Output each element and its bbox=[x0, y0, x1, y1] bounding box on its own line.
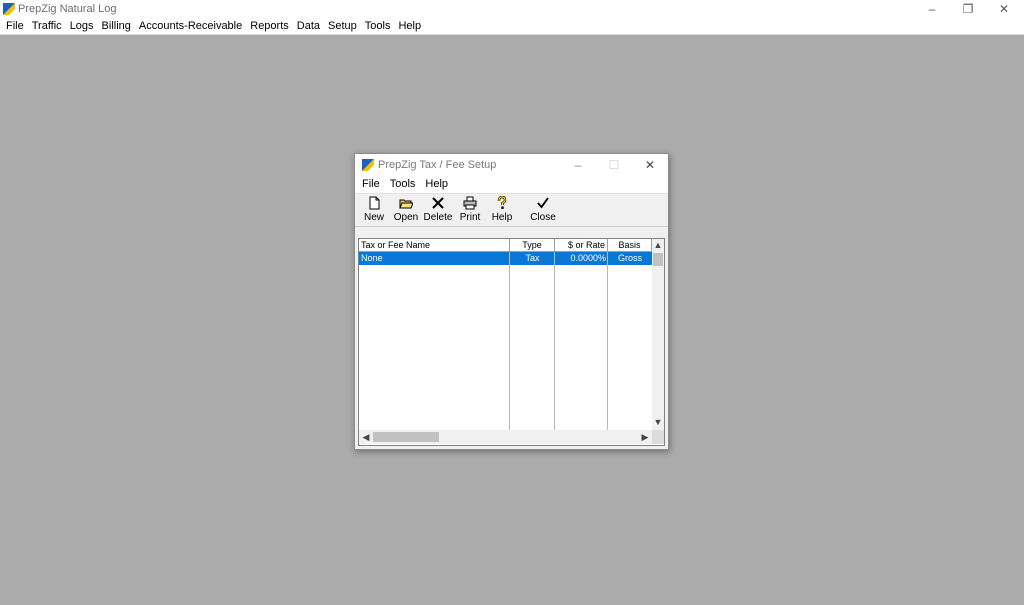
restore-button[interactable]: ❐ bbox=[950, 0, 986, 18]
print-button[interactable]: Print bbox=[454, 194, 486, 226]
checkmark-icon bbox=[537, 197, 549, 209]
help-question-icon bbox=[497, 196, 507, 209]
main-titlebar: PrepZig Natural Log – ❐ ✕ bbox=[0, 0, 1024, 18]
new-label: New bbox=[363, 212, 384, 223]
main-window-title: PrepZig Natural Log bbox=[18, 3, 117, 15]
dialog-menu-help[interactable]: Help bbox=[420, 176, 453, 193]
delete-label: Delete bbox=[423, 212, 453, 223]
column-separator bbox=[607, 252, 608, 430]
minimize-button[interactable]: – bbox=[914, 0, 950, 18]
dialog-menubar: File Tools Help bbox=[355, 176, 668, 193]
new-button[interactable]: New bbox=[358, 194, 390, 226]
list-body: None Tax 0.0000% Gross bbox=[359, 252, 652, 430]
menu-setup[interactable]: Setup bbox=[324, 18, 361, 35]
menu-reports[interactable]: Reports bbox=[246, 18, 293, 35]
dialog-maximize-button: ☐ bbox=[608, 158, 620, 172]
list-header: Tax or Fee Name Type $ or Rate Basis bbox=[359, 239, 652, 252]
open-button[interactable]: Open bbox=[390, 194, 422, 226]
menu-logs[interactable]: Logs bbox=[66, 18, 98, 35]
cell-basis: Gross bbox=[617, 253, 642, 263]
menu-accounts-receivable[interactable]: Accounts-Receivable bbox=[135, 18, 246, 35]
help-label: Help bbox=[491, 212, 513, 223]
table-row[interactable]: None Tax 0.0000% Gross bbox=[359, 252, 652, 265]
printer-icon bbox=[463, 196, 477, 210]
app-logo-icon bbox=[3, 3, 15, 15]
delete-button[interactable]: Delete bbox=[422, 194, 454, 226]
menu-tools[interactable]: Tools bbox=[361, 18, 395, 35]
cell-rate: 0.0000% bbox=[570, 253, 606, 263]
scroll-right-icon[interactable]: ▶ bbox=[639, 432, 651, 443]
column-header-name[interactable]: Tax or Fee Name bbox=[359, 239, 510, 251]
open-label: Open bbox=[393, 212, 419, 223]
vertical-scroll-thumb[interactable] bbox=[653, 253, 663, 266]
horizontal-scroll-thumb[interactable] bbox=[373, 432, 439, 442]
dialog-toolbar: New Open Delete Print Help Close bbox=[355, 193, 668, 227]
scroll-down-icon[interactable]: ▼ bbox=[652, 417, 664, 427]
close-button[interactable]: Close bbox=[524, 194, 562, 226]
dialog-titlebar: PrepZig Tax / Fee Setup – ☐ ✕ bbox=[355, 154, 668, 176]
column-header-type[interactable]: Type bbox=[510, 239, 555, 251]
cell-name: None bbox=[361, 253, 383, 263]
dialog-logo-icon bbox=[362, 159, 374, 171]
column-separator bbox=[554, 252, 555, 430]
main-menubar: File Traffic Logs Billing Accounts-Recei… bbox=[0, 18, 1024, 35]
tax-fee-list[interactable]: Tax or Fee Name Type $ or Rate Basis Non… bbox=[358, 238, 665, 446]
delete-x-icon bbox=[432, 197, 444, 209]
dialog-minimize-button[interactable]: – bbox=[560, 154, 596, 176]
tax-fee-setup-dialog: PrepZig Tax / Fee Setup – ☐ ✕ File Tools… bbox=[354, 153, 669, 450]
column-separator bbox=[509, 252, 510, 430]
scrollbar-corner bbox=[652, 430, 664, 444]
dialog-menu-file[interactable]: File bbox=[357, 176, 385, 193]
menu-data[interactable]: Data bbox=[293, 18, 324, 35]
horizontal-scrollbar[interactable]: ◀ ▶ bbox=[359, 430, 652, 444]
help-button[interactable]: Help bbox=[486, 194, 518, 226]
open-folder-icon bbox=[399, 199, 413, 209]
vertical-scrollbar[interactable]: ▲ ▼ bbox=[652, 239, 664, 430]
new-document-icon bbox=[369, 196, 380, 210]
menu-help[interactable]: Help bbox=[394, 18, 425, 35]
scroll-left-icon[interactable]: ◀ bbox=[360, 432, 372, 443]
menu-billing[interactable]: Billing bbox=[98, 18, 135, 35]
dialog-menu-tools[interactable]: Tools bbox=[385, 176, 421, 193]
cell-type: Tax bbox=[525, 253, 540, 263]
close-window-button[interactable]: ✕ bbox=[986, 0, 1022, 18]
dialog-close-button[interactable]: ✕ bbox=[632, 154, 668, 176]
menu-file[interactable]: File bbox=[2, 18, 28, 35]
column-header-rate[interactable]: $ or Rate bbox=[555, 239, 608, 251]
column-header-basis[interactable]: Basis bbox=[608, 239, 652, 251]
scroll-up-icon[interactable]: ▲ bbox=[652, 240, 664, 250]
print-label: Print bbox=[459, 212, 481, 223]
menu-traffic[interactable]: Traffic bbox=[28, 18, 66, 35]
dialog-title: PrepZig Tax / Fee Setup bbox=[378, 159, 497, 171]
close-label: Close bbox=[530, 212, 556, 223]
